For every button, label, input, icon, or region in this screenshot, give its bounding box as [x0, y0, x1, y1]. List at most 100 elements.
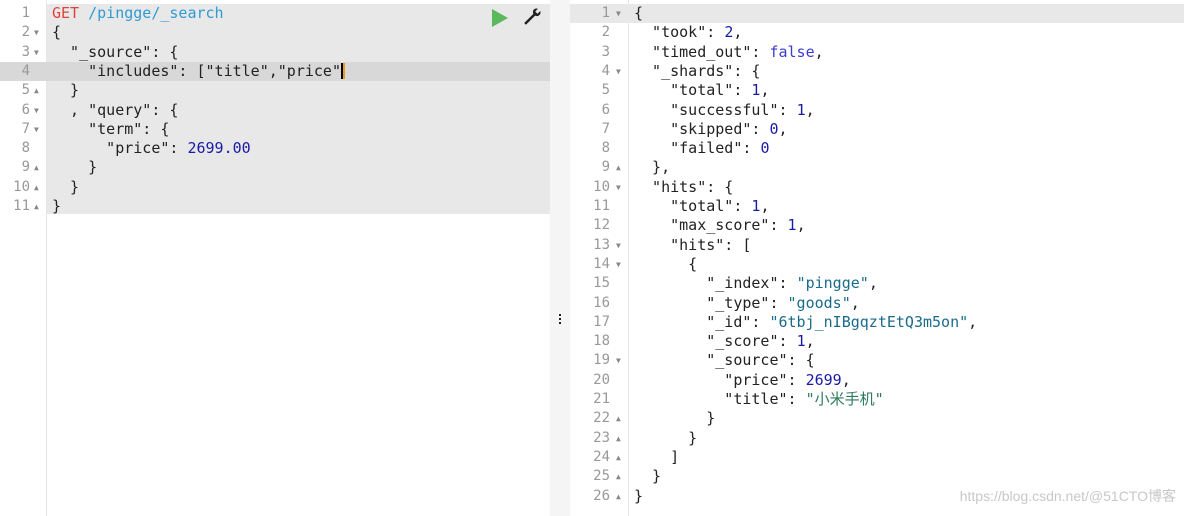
line-number: 22 — [593, 410, 610, 427]
code-line[interactable]: 25 ▲ } — [570, 467, 1184, 486]
code-line[interactable]: 5 ▲ } — [0, 81, 550, 100]
code-line[interactable]: 4 "includes": ["title","price" — [0, 61, 550, 82]
fold-expand-icon[interactable]: ▲ — [616, 429, 621, 448]
fold-expand-icon[interactable]: ▲ — [616, 467, 621, 486]
code-line[interactable]: 21 "title": "小米手机" — [570, 390, 1184, 409]
code-line[interactable]: 7 "skipped": 0, — [570, 120, 1184, 139]
fold-expand-icon[interactable]: ▲ — [34, 158, 39, 177]
code-line[interactable]: 15 "_index": "pingge", — [570, 274, 1184, 293]
fold-collapse-icon[interactable]: ▼ — [616, 236, 621, 255]
code-text: } — [52, 81, 80, 100]
code-text: "_source": { — [634, 351, 815, 370]
play-icon[interactable] — [492, 9, 508, 27]
text-cursor — [340, 63, 345, 80]
line-number: 3 — [21, 43, 30, 60]
code-line[interactable]: 2 "took": 2, — [570, 23, 1184, 42]
fold-collapse-icon[interactable]: ▼ — [616, 62, 621, 81]
line-number: 4 — [21, 62, 30, 79]
fold-expand-icon[interactable]: ▲ — [34, 197, 39, 216]
fold-collapse-icon[interactable]: ▼ — [34, 23, 39, 42]
code-line[interactable]: 18 "_score": 1, — [570, 332, 1184, 351]
code-line[interactable]: 19 ▼ "_source": { — [570, 351, 1184, 370]
line-number: 8 — [601, 140, 610, 157]
code-line[interactable]: 20 "price": 2699, — [570, 371, 1184, 390]
code-line[interactable]: 7 ▼ "term": { — [0, 120, 550, 139]
code-line[interactable]: 14 ▼ { — [570, 255, 1184, 274]
fold-expand-icon[interactable]: ▲ — [616, 448, 621, 467]
code-line[interactable]: 3 ▼ "_source": { — [0, 43, 550, 62]
number-value: 2699.00 — [187, 139, 251, 158]
code-text: "_type": "goods", — [634, 293, 860, 312]
line-number: 10 — [593, 178, 610, 195]
code-line[interactable]: 17 "_id": "6tbj_nIBgqztEtQ3m5on", — [570, 313, 1184, 332]
code-line[interactable]: 6 ▼ , "query": { — [0, 101, 550, 120]
code-line[interactable]: 23 ▲ } — [570, 429, 1184, 448]
code-line[interactable]: 6 "successful": 1, — [570, 101, 1184, 120]
request-editor[interactable]: 1 GET /pingge/_search 2 ▼{3 ▼ "_source": {4 … — [0, 0, 550, 516]
code-line[interactable]: 2 ▼ { — [0, 23, 550, 42]
fold-collapse-icon[interactable]: ▼ — [34, 43, 39, 62]
code-text: GET /pingge/_search — [52, 4, 224, 23]
code-line[interactable]: 13 ▼ "hits": [ — [570, 236, 1184, 255]
number-value: 1 — [796, 332, 806, 351]
code-line[interactable]: 10 ▲ } — [0, 178, 550, 197]
line-number: 12 — [593, 217, 610, 234]
http-method: GET — [52, 4, 80, 22]
code-text: "_score": 1, — [634, 332, 815, 351]
fold-collapse-icon[interactable]: ▼ — [34, 120, 39, 139]
fold-expand-icon[interactable]: ▲ — [616, 158, 621, 177]
pane-splitter[interactable] — [550, 0, 570, 516]
code-line[interactable]: 9 ▲ }, — [570, 158, 1184, 177]
code-line[interactable]: 8 "price": 2699.00 — [0, 139, 550, 158]
code-text: "successful": 1, — [634, 100, 815, 119]
number-value: 0 — [769, 119, 779, 138]
code-text: "hits": { — [634, 177, 734, 196]
fold-expand-icon[interactable]: ▲ — [616, 487, 621, 506]
code-line[interactable]: 5 "total": 1, — [570, 81, 1184, 100]
code-line[interactable]: 1 ▼ { — [570, 4, 1184, 24]
code-line[interactable]: 10 ▼ "hits": { — [570, 178, 1184, 197]
code-line[interactable]: 1 GET /pingge/_search — [0, 4, 550, 23]
fold-collapse-icon[interactable]: ▼ — [616, 178, 621, 197]
code-text: "skipped": 0, — [634, 119, 788, 138]
code-line[interactable]: 9 ▲ } — [0, 158, 550, 177]
watermark: https://blog.csdn.net/@51CTO博客 — [959, 488, 1176, 504]
code-text: "_source": { — [52, 42, 179, 61]
code-line[interactable]: 22 ▲ } — [570, 409, 1184, 428]
code-line[interactable]: 3 "timed_out": false, — [570, 43, 1184, 62]
line-number: 11 — [593, 198, 610, 214]
line-number: 14 — [593, 255, 610, 272]
fold-collapse-icon[interactable]: ▼ — [616, 255, 621, 274]
code-line[interactable]: 11 "total": 1, — [570, 197, 1184, 216]
line-number: 8 — [21, 140, 30, 157]
code-line[interactable]: 24 ▲ ] — [570, 448, 1184, 467]
line-number: 3 — [601, 43, 610, 60]
code-text: { — [52, 23, 62, 42]
number-value: 1 — [796, 100, 806, 119]
line-number: 26 — [593, 487, 610, 504]
drag-handle-icon[interactable] — [557, 312, 563, 330]
line-number: 25 — [593, 468, 610, 485]
fold-collapse-icon[interactable]: ▼ — [616, 351, 621, 370]
number-value: 0 — [760, 139, 770, 158]
code-text: "includes": ["title","price" — [52, 62, 345, 81]
fold-expand-icon[interactable]: ▲ — [616, 409, 621, 428]
fold-collapse-icon[interactable]: ▼ — [34, 101, 39, 120]
number-value: 2 — [724, 23, 734, 42]
wrench-icon[interactable] — [521, 6, 543, 28]
line-number: 9 — [601, 159, 610, 176]
fold-expand-icon[interactable]: ▲ — [34, 178, 39, 197]
code-text: { — [634, 254, 698, 273]
code-line[interactable]: 12 "max_score": 1, — [570, 216, 1184, 235]
fold-expand-icon[interactable]: ▲ — [34, 81, 39, 100]
code-line[interactable]: 4 ▼ "_shards": { — [570, 62, 1184, 81]
code-text: "hits": [ — [634, 235, 752, 254]
code-line[interactable]: 8 "failed": 0 — [570, 139, 1184, 158]
response-viewer[interactable]: 1 ▼{2 "took": 2, 3 "timed_out": false, 4 ▼ "… — [570, 0, 1184, 516]
fold-collapse-icon[interactable]: ▼ — [616, 4, 621, 23]
request-path: /pingge/_search — [88, 4, 224, 22]
code-line[interactable]: 16 "_type": "goods", — [570, 294, 1184, 313]
line-number: 19 — [593, 352, 610, 369]
code-text: "term": { — [52, 119, 170, 138]
code-line[interactable]: 11 ▲} — [0, 197, 550, 216]
